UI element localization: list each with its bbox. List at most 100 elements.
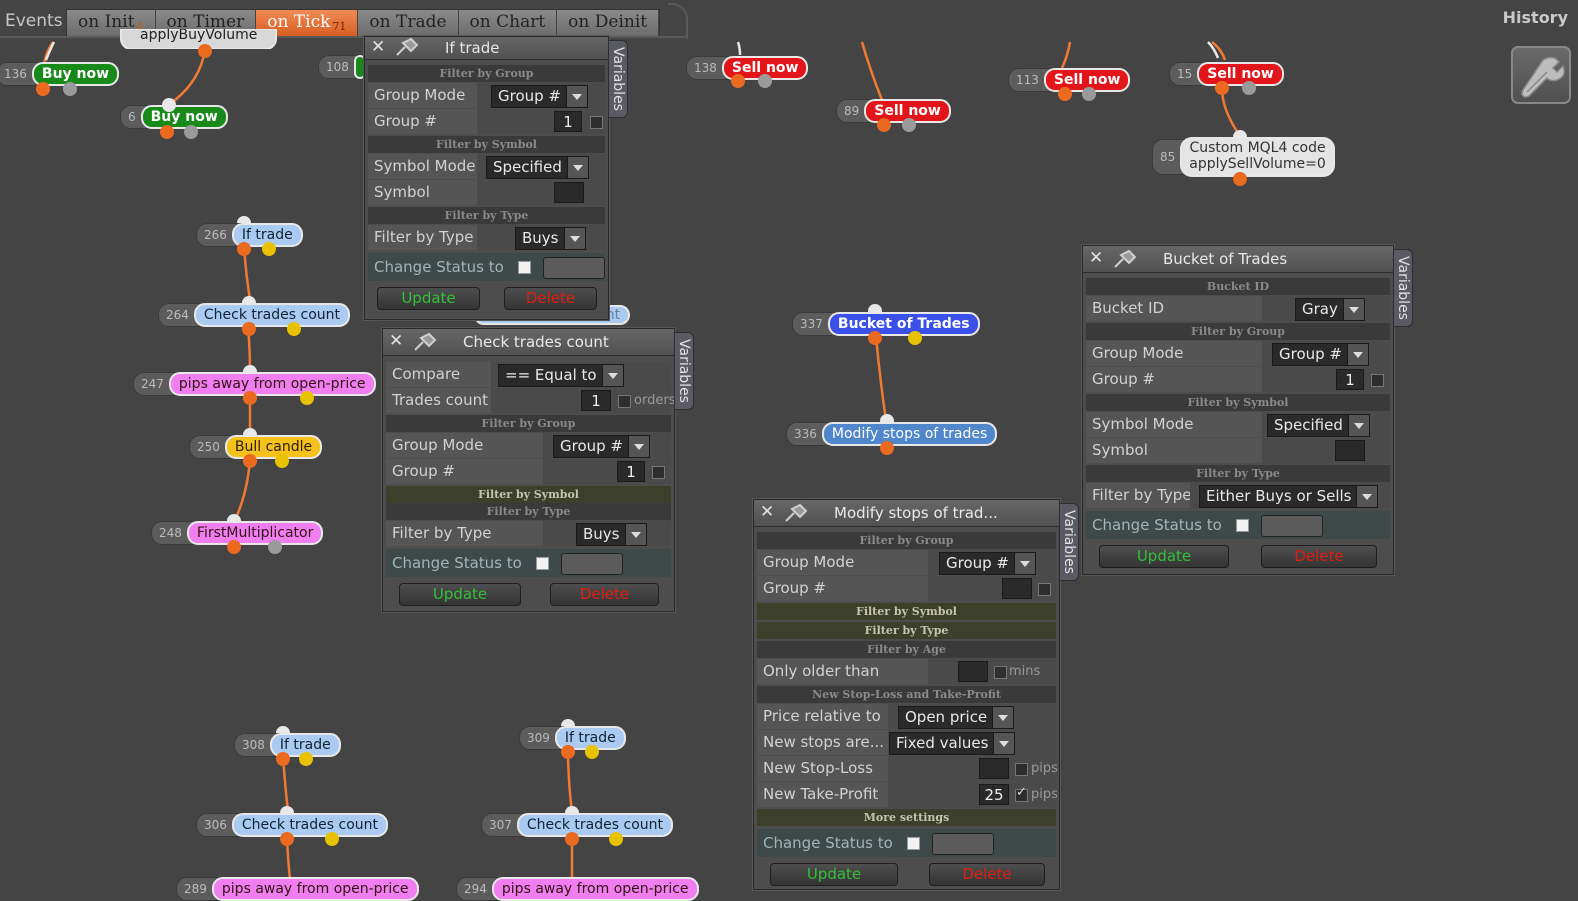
group-number-checkbox[interactable] bbox=[590, 116, 603, 129]
output-dot[interactable] bbox=[1082, 87, 1096, 101]
trades-count-checkbox[interactable] bbox=[618, 395, 631, 408]
update-button[interactable]: Update bbox=[770, 863, 898, 886]
price-relative-select[interactable]: Open price bbox=[898, 706, 1015, 729]
node-pips-away[interactable]: 289 pips away from open-price bbox=[176, 877, 419, 901]
node-bull-candle[interactable]: 250 Bull candle bbox=[189, 435, 323, 459]
output-dot[interactable] bbox=[299, 752, 313, 766]
output-dot[interactable] bbox=[63, 82, 77, 96]
update-button[interactable]: Update bbox=[399, 583, 521, 606]
status-color-box[interactable] bbox=[1261, 515, 1323, 537]
change-status-checkbox[interactable] bbox=[518, 261, 531, 274]
filter-type-select[interactable]: Buys bbox=[576, 523, 647, 546]
node-sell-now[interactable]: 89 Sell now bbox=[836, 99, 951, 123]
symbol-mode-select[interactable]: Specified bbox=[1267, 414, 1370, 437]
variables-tab[interactable]: Variables bbox=[1059, 503, 1079, 581]
output-dot[interactable] bbox=[184, 125, 198, 139]
variables-tab[interactable]: Variables bbox=[674, 332, 694, 410]
section-new-sl-tp[interactable]: New Stop-Loss and Take-Profit bbox=[757, 686, 1056, 703]
filter-type-select[interactable]: Buys bbox=[515, 227, 586, 250]
status-color-box[interactable] bbox=[932, 833, 994, 855]
symbol-input[interactable] bbox=[554, 182, 584, 203]
output-dot[interactable] bbox=[242, 322, 256, 336]
output-dot[interactable] bbox=[1233, 172, 1247, 186]
output-dot[interactable] bbox=[227, 540, 241, 554]
panel-header[interactable]: ✕ If trade bbox=[365, 37, 608, 60]
output-dot[interactable] bbox=[908, 331, 922, 345]
section-filter-by-symbol[interactable]: Filter by Symbol bbox=[757, 603, 1056, 620]
node-if-trade[interactable]: 266 If trade bbox=[196, 223, 303, 247]
node-pips-away[interactable]: 294 pips away from open-price bbox=[456, 877, 699, 901]
section-filter-by-age[interactable]: Filter by Age bbox=[757, 641, 1056, 658]
symbol-mode-select[interactable]: Specified bbox=[486, 156, 589, 179]
symbol-input[interactable] bbox=[1335, 440, 1365, 461]
output-dot[interactable] bbox=[160, 125, 174, 139]
group-mode-select[interactable]: Group # bbox=[1272, 343, 1370, 366]
pin-icon[interactable] bbox=[1111, 249, 1137, 269]
variables-tab[interactable]: Variables bbox=[608, 40, 628, 118]
output-dot[interactable] bbox=[275, 454, 289, 468]
delete-button[interactable]: Delete bbox=[929, 863, 1045, 886]
output-dot[interactable] bbox=[36, 82, 50, 96]
delete-button[interactable]: Delete bbox=[1261, 545, 1377, 568]
delete-button[interactable]: Delete bbox=[504, 287, 597, 310]
output-dot[interactable] bbox=[268, 540, 282, 554]
status-color-box[interactable] bbox=[561, 553, 623, 575]
compare-select[interactable]: == Equal to bbox=[498, 364, 624, 387]
node-108[interactable]: 108 bbox=[318, 55, 366, 79]
section-filter-by-type[interactable]: Filter by Type bbox=[368, 207, 605, 224]
section-filter-by-type[interactable]: Filter by Type bbox=[1086, 465, 1390, 482]
node-custom-mql4-code[interactable]: 85 Custom MQL4 code applySellVolume=0 bbox=[1152, 137, 1335, 177]
section-filter-by-type[interactable]: Filter by Type bbox=[386, 503, 671, 520]
only-older-than-input[interactable] bbox=[958, 661, 988, 682]
new-take-profit-input[interactable]: 25 bbox=[979, 784, 1009, 805]
panel-header[interactable]: ✕ Modify stops of trad... bbox=[754, 500, 1059, 527]
history-button[interactable]: History bbox=[1503, 8, 1568, 27]
section-filter-by-group[interactable]: Filter by Group bbox=[368, 65, 605, 82]
output-dot[interactable] bbox=[585, 745, 599, 759]
group-number-input[interactable] bbox=[1002, 578, 1032, 599]
settings-wrench-button[interactable] bbox=[1511, 46, 1571, 104]
section-filter-by-group[interactable]: Filter by Group bbox=[757, 532, 1056, 549]
output-dot[interactable] bbox=[609, 832, 623, 846]
delete-button[interactable]: Delete bbox=[550, 583, 659, 606]
new-take-profit-checkbox[interactable] bbox=[1015, 785, 1028, 802]
panel-header[interactable]: ✕ Bucket of Trades bbox=[1083, 246, 1393, 273]
section-more-settings[interactable]: More settings bbox=[757, 809, 1056, 826]
output-dot[interactable] bbox=[300, 391, 314, 405]
group-number-input[interactable]: 1 bbox=[554, 111, 582, 132]
output-dot[interactable] bbox=[243, 391, 257, 405]
output-dot[interactable] bbox=[198, 44, 212, 58]
update-button[interactable]: Update bbox=[377, 287, 480, 310]
section-filter-by-group[interactable]: Filter by Group bbox=[386, 415, 671, 432]
filter-type-select[interactable]: Either Buys or Sells bbox=[1199, 485, 1379, 508]
output-dot[interactable] bbox=[731, 74, 745, 88]
output-dot[interactable] bbox=[877, 118, 891, 132]
pin-icon[interactable] bbox=[393, 37, 419, 57]
output-dot[interactable] bbox=[280, 832, 294, 846]
trades-count-input[interactable]: 1 bbox=[581, 390, 611, 411]
update-button[interactable]: Update bbox=[1099, 545, 1229, 568]
tab-on-deinit[interactable]: on Deinit bbox=[557, 10, 660, 36]
output-dot[interactable] bbox=[1242, 81, 1256, 95]
output-dot[interactable] bbox=[237, 242, 251, 256]
change-status-checkbox[interactable] bbox=[907, 837, 920, 850]
group-mode-select[interactable]: Group # bbox=[553, 435, 651, 458]
output-dot[interactable] bbox=[325, 832, 339, 846]
tab-on-trade[interactable]: on Trade bbox=[358, 10, 459, 36]
output-dot[interactable] bbox=[262, 242, 276, 256]
change-status-checkbox[interactable] bbox=[1236, 519, 1249, 532]
node-bucket-of-trades[interactable]: 337 Bucket of Trades bbox=[792, 312, 980, 336]
output-dot[interactable] bbox=[868, 331, 882, 345]
close-icon[interactable]: ✕ bbox=[389, 333, 403, 350]
change-status-checkbox[interactable] bbox=[536, 557, 549, 570]
new-stop-loss-checkbox[interactable] bbox=[1015, 763, 1028, 776]
panel-header[interactable]: ✕ Check trades count bbox=[383, 329, 674, 356]
section-filter-by-symbol[interactable]: Filter by Symbol bbox=[1086, 394, 1390, 411]
section-filter-by-symbol[interactable]: Filter by Symbol bbox=[368, 136, 605, 153]
output-dot[interactable] bbox=[758, 74, 772, 88]
group-number-checkbox[interactable] bbox=[1038, 583, 1051, 596]
output-dot[interactable] bbox=[902, 118, 916, 132]
group-mode-select[interactable]: Group # bbox=[939, 552, 1037, 575]
section-filter-by-type[interactable]: Filter by Type bbox=[757, 622, 1056, 639]
section-filter-by-symbol[interactable]: Filter by Symbol bbox=[386, 486, 671, 503]
